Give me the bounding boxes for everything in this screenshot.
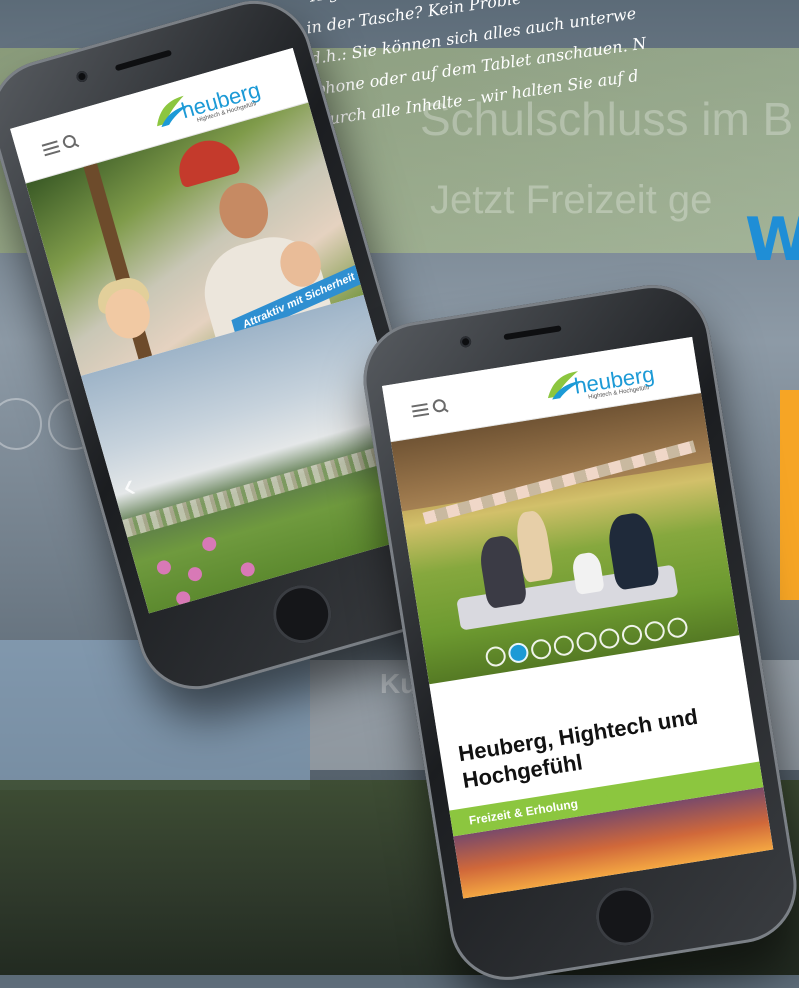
background-banner-line-2: Jetzt Freizeit ge [430, 178, 713, 222]
phone-home-button [591, 883, 659, 950]
slider-dot[interactable] [597, 627, 621, 650]
background-circle [0, 398, 42, 450]
slider-dot[interactable] [666, 616, 689, 640]
menu-icon[interactable] [41, 140, 61, 157]
background-letter-w: W [745, 205, 799, 275]
search-icon[interactable] [61, 133, 78, 150]
background-orange-block [780, 390, 799, 600]
slider-dot-active[interactable] [506, 641, 530, 665]
phone-camera [459, 335, 472, 349]
slider-dot[interactable] [643, 619, 667, 643]
menu-icon[interactable] [411, 403, 430, 418]
phone-home-button [266, 578, 339, 651]
slider-dot[interactable] [484, 645, 508, 668]
phone-screen: heuberg Hightech & Hochgefühl Heuberg, H… [381, 336, 774, 899]
hero-photo-picnic [390, 393, 740, 685]
slider-dot[interactable] [552, 634, 576, 658]
slider-dot[interactable] [575, 630, 599, 654]
search-icon[interactable] [431, 398, 447, 414]
phone-camera [75, 69, 89, 84]
slider-prev-icon[interactable]: ‹ [118, 466, 140, 507]
phone-speaker [114, 49, 173, 72]
slider-dot[interactable] [529, 637, 553, 661]
slider-dot[interactable] [620, 623, 644, 647]
phone-speaker [503, 325, 562, 341]
